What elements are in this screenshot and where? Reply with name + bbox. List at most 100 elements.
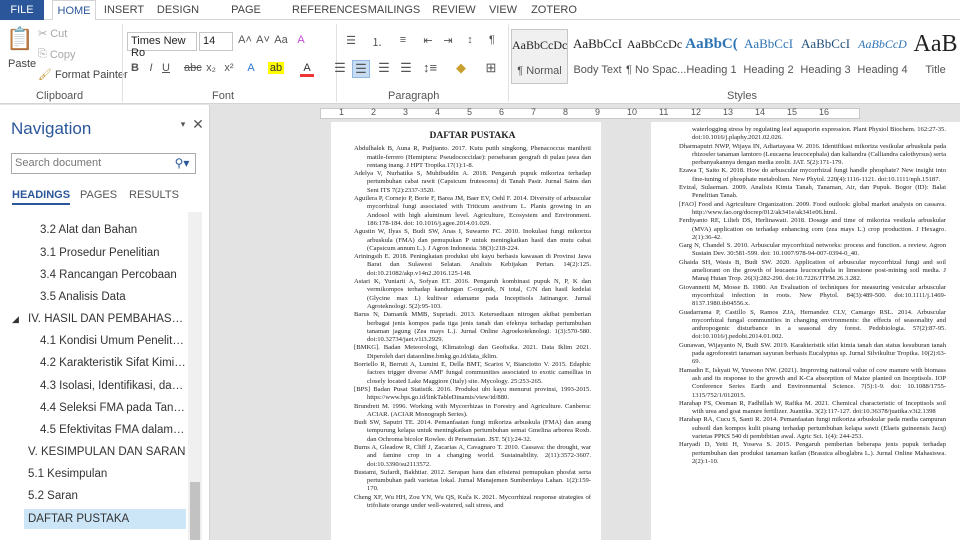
style-name: Body Text [573, 64, 622, 76]
pane-options-icon[interactable]: ▾ [178, 119, 188, 130]
line-spacing-icon[interactable]: ↕≡ [421, 60, 439, 75]
borders-icon[interactable]: ⊞ [482, 60, 500, 76]
heading-item[interactable]: 4.5 Efektivitas FMA dalam Menin... [40, 420, 186, 440]
style-heading-1[interactable]: AaBbC(Heading 1 [683, 29, 740, 84]
tab-view[interactable]: VIEW [486, 0, 520, 20]
document-page[interactable]: waterlogging stress by regulating leaf a… [651, 122, 960, 540]
search-input[interactable]: Search document [11, 153, 196, 174]
align-left-icon[interactable]: ☰ [331, 60, 349, 78]
reference-entry: Aguilera P, Cornejo P, Borie F, Barea JM… [354, 195, 591, 227]
heading-item[interactable]: 4.2 Karakteristik Sifat Kimia Tanah [40, 353, 186, 373]
tab-design[interactable]: DESIGN [154, 0, 202, 20]
heading-item[interactable]: 3.2 Alat dan Bahan [40, 220, 186, 240]
shrink-font-icon[interactable]: A˅ [256, 34, 270, 46]
tab-page-layout[interactable]: PAGE LAYOUT [210, 0, 282, 36]
tab-home[interactable]: HOME [52, 0, 96, 21]
sort-icon[interactable]: ↕ [462, 34, 478, 46]
cut-button[interactable]: ✂ Cut [38, 27, 67, 41]
font-name-box[interactable]: Times New Ro [127, 32, 197, 59]
reference-entry: Bustami, Sufardi, Bakhtiar. 2012. Serapa… [354, 468, 591, 493]
heading-item[interactable]: 5.2 Saran [28, 486, 186, 506]
shading-icon[interactable]: ◆ [452, 60, 470, 76]
scrollbar-thumb[interactable] [190, 482, 200, 540]
style-heading-3[interactable]: AaBbCcI Heading 3 [797, 29, 854, 84]
tab-headings[interactable]: HEADINGS [12, 189, 71, 205]
format-painter-button[interactable]: 🖌 Format Painter [38, 68, 128, 82]
grow-font-icon[interactable]: A˄ [238, 34, 252, 46]
close-icon[interactable]: ✕ [192, 116, 204, 133]
font-size-box[interactable]: 14 [199, 32, 233, 51]
superscript-icon[interactable]: x² [222, 62, 236, 74]
document-canvas[interactable]: DAFTAR PUSTAKA Abdulhalek B, Auna R, Pud… [210, 122, 960, 540]
reference-entry: Ghaida SH, Wasis B, Budi SW. 2020. Appli… [679, 258, 946, 283]
style-heading-4[interactable]: AaBbCcD Heading 4 [854, 29, 911, 84]
style-no-spacing[interactable]: AaBbCcDc ¶ No Spac... [626, 29, 686, 84]
tab-results[interactable]: RESULTS [129, 189, 179, 201]
heading-item[interactable]: 4.1 Kondisi Umum Penelitian [40, 331, 186, 351]
heading-item[interactable]: 3.1 Prosedur Penelitian [40, 243, 186, 263]
tab-insert[interactable]: INSERT [102, 0, 146, 20]
align-center-icon[interactable]: ☰ [352, 60, 370, 78]
collapse-caret-icon[interactable]: ◢ [12, 314, 19, 325]
bullets-icon[interactable]: ☰ [342, 34, 360, 47]
multilevel-list-icon[interactable]: ≡ [394, 34, 412, 46]
style-preview: AaBbCcI [800, 36, 851, 51]
heading-item[interactable]: V. KESIMPULAN DAN SARAN [28, 442, 186, 462]
copy-button[interactable]: ⎘ Copy [38, 48, 76, 61]
align-right-icon[interactable]: ☰ [375, 60, 393, 78]
page-heading: DAFTAR PUSTAKA [429, 131, 516, 141]
group-divider [508, 24, 509, 102]
scissors-icon: ✂ [38, 28, 48, 40]
tab-mailings[interactable]: MAILINGS [366, 0, 422, 20]
tab-file[interactable]: FILE [0, 0, 44, 20]
tab-zotero[interactable]: ZOTERO [530, 0, 578, 20]
clear-formatting-icon[interactable]: A [294, 34, 308, 46]
text-effects-icon[interactable]: A [244, 62, 258, 74]
heading-item[interactable]: 3.5 Analisis Data [40, 287, 186, 307]
paste-icon[interactable]: 📋 [6, 26, 33, 56]
paste-button[interactable]: Paste [8, 58, 36, 70]
subscript-icon[interactable]: x₂ [204, 62, 218, 74]
style-name: Heading 3 [800, 64, 851, 76]
ruler-tick-label: 12 [691, 107, 702, 117]
heading-item[interactable]: 4.4 Seleksi FMA pada Tanaman Ja... [40, 398, 186, 418]
styles-group-label: Styles [727, 90, 757, 102]
reference-entry: Adelya V, Nurhatika S, Muhibuddin A. 201… [354, 170, 591, 194]
italic-icon[interactable]: I [145, 62, 157, 74]
reference-entry: [FAO] Food and Agriculture Organization.… [679, 200, 946, 216]
document-page[interactable]: DAFTAR PUSTAKA Abdulhalek B, Auna R, Pud… [331, 122, 601, 540]
ruler-tick-label: 7 [531, 107, 537, 117]
ruler-tick-label: 1 [339, 107, 345, 117]
justify-icon[interactable]: ☰ [397, 60, 415, 78]
heading-item[interactable]: IV. HASIL DAN PEMBAHASAN [28, 309, 186, 329]
style-name: Heading 2 [743, 64, 794, 76]
heading-item[interactable]: 5.1 Kesimpulan [28, 464, 186, 484]
tab-references[interactable]: REFERENCES [292, 0, 367, 20]
underline-icon[interactable]: U [160, 62, 172, 74]
headings-scrollbar[interactable] [188, 212, 202, 540]
reference-entry: Harahap FS, Oesman R, Fadhillah W, Rafik… [679, 399, 946, 416]
reference-entry: Cheng XF, Wu HH, Zou YN, Wu QS, Kuča K. … [354, 493, 591, 510]
bold-icon[interactable]: B [128, 62, 142, 74]
style-normal[interactable]: AaBbCcDc ¶ Normal [511, 29, 568, 84]
heading-item-selected[interactable]: DAFTAR PUSTAKA [24, 509, 186, 529]
search-icon[interactable]: ⚲▾ [172, 156, 192, 170]
change-case-icon[interactable]: Aa [274, 34, 288, 46]
pilcrow-icon[interactable]: ¶ [484, 34, 500, 46]
style-heading-2[interactable]: AaBbCcI Heading 2 [740, 29, 797, 84]
style-title[interactable]: AaB Title [911, 29, 960, 84]
tab-review[interactable]: REVIEW [432, 0, 476, 20]
ruler-tick-label: 10 [627, 107, 638, 117]
heading-item[interactable]: 3.4 Rancangan Percobaan [40, 265, 186, 285]
heading-item[interactable]: 4.3 Isolasi, Identifikasi, dan Trappi... [40, 376, 186, 396]
style-body-text[interactable]: AaBbCcI Body Text [569, 29, 626, 84]
decrease-indent-icon[interactable]: ⇤ [420, 34, 436, 47]
strikethrough-icon[interactable]: abc [184, 62, 202, 74]
horizontal-ruler[interactable]: 1 2 3 4 5 6 7 8 9 10 11 12 13 14 15 16 [210, 105, 960, 122]
increase-indent-icon[interactable]: ⇥ [440, 34, 456, 47]
numbering-icon[interactable]: ⒈ [368, 34, 386, 50]
reference-entry: Hamadin E, Iskyati W, Yuwono NW. (2021).… [679, 366, 946, 399]
tab-pages[interactable]: PAGES [80, 189, 117, 201]
highlight-icon[interactable]: ab [268, 62, 284, 74]
font-color-icon[interactable]: A [300, 62, 314, 77]
